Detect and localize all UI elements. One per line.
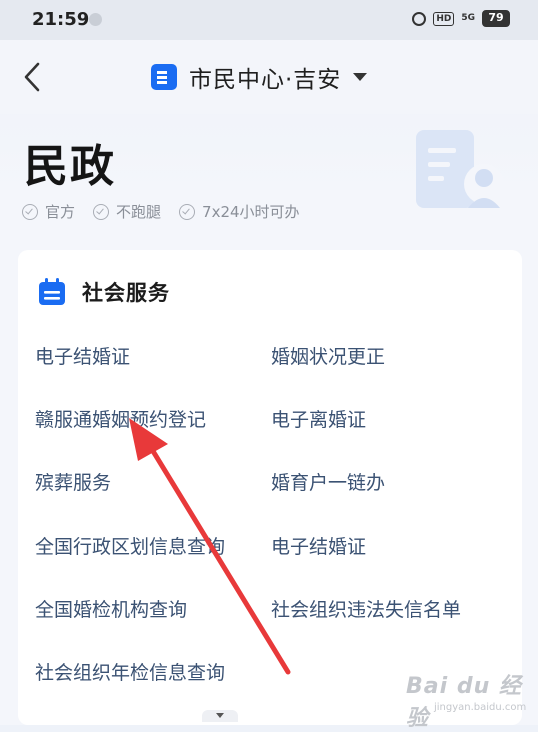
watermark: Bai du 经验 jingyan.baidu.com [406,664,527,731]
social-services-card: 社会服务 电子结婚证 婚姻状况更正 赣服通婚姻预约登记 电子离婚证 殡葬服务 婚… [18,250,522,725]
badge-label: 官方 [45,203,76,221]
service-item-org-annual-inspection[interactable]: 社会组织年检信息查询 [35,658,225,685]
hd-icon: HD [433,11,455,26]
badge-24h: 7x24小时可办 [179,201,300,222]
page-title: 民政 [24,141,116,192]
service-item-premarital-exam-query[interactable]: 全国婚检机构查询 [35,595,187,622]
nav-bar: 市民中心·吉安 [0,40,538,114]
status-bar: 21:59 HD 5G 79 [0,0,538,40]
service-item-funeral-services[interactable]: 殡葬服务 [35,468,111,495]
badge-label: 不跑腿 [116,203,162,221]
back-button[interactable] [18,60,50,94]
section-title: 社会服务 [82,281,170,305]
service-item-marriage-appointment[interactable]: 赣服通婚姻预约登记 [35,405,206,432]
status-icons: HD 5G 79 [412,10,510,27]
watermark-url: jingyan.baidu.com [434,702,527,713]
badge-label: 7x24小时可办 [202,203,300,221]
notification-icon [89,13,102,26]
nav-title: 市民中心·吉安 [189,67,342,93]
service-item-e-marriage-cert[interactable]: 电子结婚证 [35,342,130,369]
service-item-admin-division-query[interactable]: 全国行政区划信息查询 [35,532,225,559]
watermark-logo: Bai du 经验 [406,674,522,731]
city-selector[interactable]: 市民中心·吉安 [151,60,368,94]
calendar-icon [39,278,65,305]
service-item-e-divorce-cert[interactable]: 电子离婚证 [271,405,366,432]
document-person-illustration-icon [416,130,504,208]
document-icon [151,64,177,90]
service-item-marital-status-correction[interactable]: 婚姻状况更正 [271,342,385,369]
check-circle-icon [93,203,110,220]
expand-handle[interactable] [202,710,238,722]
check-circle-icon [22,203,38,220]
service-item-e-marriage-cert-2[interactable]: 电子结婚证 [271,532,366,559]
service-item-marriage-household-chain[interactable]: 婚育户一链办 [271,468,385,495]
alarm-clock-icon [412,11,427,26]
status-time: 21:59 [32,9,90,30]
badge-official: 官方 [22,201,75,222]
badge-row: 官方 不跑腿 7x24小时可办 [22,201,300,222]
service-item-org-blacklist[interactable]: 社会组织违法失信名单 [271,595,461,622]
chevron-down-icon [353,73,368,81]
badge-no-visit: 不跑腿 [93,201,161,222]
signal-5g-icon: 5G [461,13,475,23]
check-circle-icon [179,203,196,220]
battery-icon: 79 [482,10,510,27]
back-arrow-icon [24,62,40,92]
section-header: 社会服务 [37,277,170,307]
